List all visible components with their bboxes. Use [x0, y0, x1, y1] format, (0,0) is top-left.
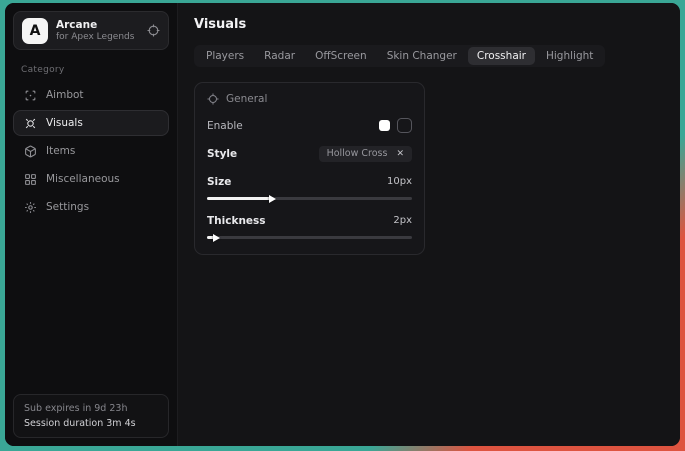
sidebar-item-items[interactable]: Items: [13, 138, 169, 164]
size-slider-thumb[interactable]: [269, 195, 276, 203]
thickness-row: Thickness 2px: [207, 213, 412, 228]
vision-icon: [24, 117, 37, 130]
enable-checkbox[interactable]: [397, 118, 412, 133]
size-label: Size: [207, 176, 231, 188]
tab-players[interactable]: Players: [197, 47, 253, 65]
app-window: A Arcane for Apex Legends Category: [5, 3, 680, 446]
main-content: Visuals Players Radar OffScreen Skin Cha…: [178, 3, 680, 446]
sidebar: A Arcane for Apex Legends Category: [5, 3, 178, 446]
tab-bar: Players Radar OffScreen Skin Changer Cro…: [194, 45, 605, 67]
tab-radar[interactable]: Radar: [255, 47, 304, 65]
enable-label: Enable: [207, 120, 243, 132]
gear-icon: [24, 201, 37, 214]
general-panel: General Enable Style Hollow Cross ✕ Size…: [194, 82, 425, 255]
sidebar-item-aimbot[interactable]: Aimbot: [13, 82, 169, 108]
sidebar-item-miscellaneous[interactable]: Miscellaneous: [13, 166, 169, 192]
brand-subtitle: for Apex Legends: [56, 32, 139, 43]
enable-row: Enable: [207, 118, 412, 133]
tab-skin-changer[interactable]: Skin Changer: [378, 47, 466, 65]
size-row: Size 10px: [207, 174, 412, 189]
tab-highlight[interactable]: Highlight: [537, 47, 602, 65]
brand-card: A Arcane for Apex Legends: [13, 11, 169, 50]
size-slider-fill: [207, 197, 271, 200]
sidebar-item-label: Miscellaneous: [46, 173, 120, 185]
thickness-slider-thumb[interactable]: [213, 234, 220, 242]
grid-icon: [24, 173, 37, 186]
crosshair-icon: [147, 24, 160, 37]
style-select[interactable]: Hollow Cross ✕: [319, 146, 412, 162]
subscription-card: Sub expires in 9d 23h Session duration 3…: [13, 394, 169, 438]
enable-controls: [379, 118, 412, 133]
scan-target-icon: [24, 89, 37, 102]
sidebar-item-label: Items: [46, 145, 75, 157]
panel-title: General: [226, 93, 267, 105]
clear-icon[interactable]: ✕: [396, 149, 404, 159]
sidebar-item-visuals[interactable]: Visuals: [13, 110, 169, 136]
brand-text: Arcane for Apex Legends: [56, 19, 139, 43]
style-value: Hollow Cross: [327, 148, 388, 159]
style-label: Style: [207, 148, 237, 160]
sidebar-item-label: Visuals: [46, 117, 83, 129]
style-row: Style Hollow Cross ✕: [207, 146, 412, 161]
tab-crosshair[interactable]: Crosshair: [468, 47, 535, 65]
color-swatch[interactable]: [379, 120, 390, 131]
sidebar-item-label: Settings: [46, 201, 89, 213]
session-duration-text: Session duration 3m 4s: [24, 416, 158, 431]
brand-title: Arcane: [56, 19, 139, 32]
brand-logo: A: [22, 18, 48, 44]
tab-offscreen[interactable]: OffScreen: [306, 47, 376, 65]
category-label: Category: [21, 65, 161, 75]
size-value: 10px: [387, 176, 412, 187]
sidebar-item-label: Aimbot: [46, 89, 84, 101]
page-title: Visuals: [194, 17, 664, 32]
size-slider[interactable]: [207, 197, 412, 200]
thickness-slider-fill: [207, 236, 215, 239]
sub-expiry-text: Sub expires in 9d 23h: [24, 401, 158, 416]
sidebar-nav: Aimbot Visuals: [13, 82, 169, 220]
sidebar-item-settings[interactable]: Settings: [13, 194, 169, 220]
thickness-slider[interactable]: [207, 236, 412, 239]
crosshair-icon: [207, 93, 219, 105]
box-icon: [24, 145, 37, 158]
panel-header: General: [207, 93, 412, 105]
thickness-label: Thickness: [207, 215, 266, 227]
thickness-value: 2px: [393, 215, 412, 226]
sidebar-spacer: [13, 220, 169, 394]
